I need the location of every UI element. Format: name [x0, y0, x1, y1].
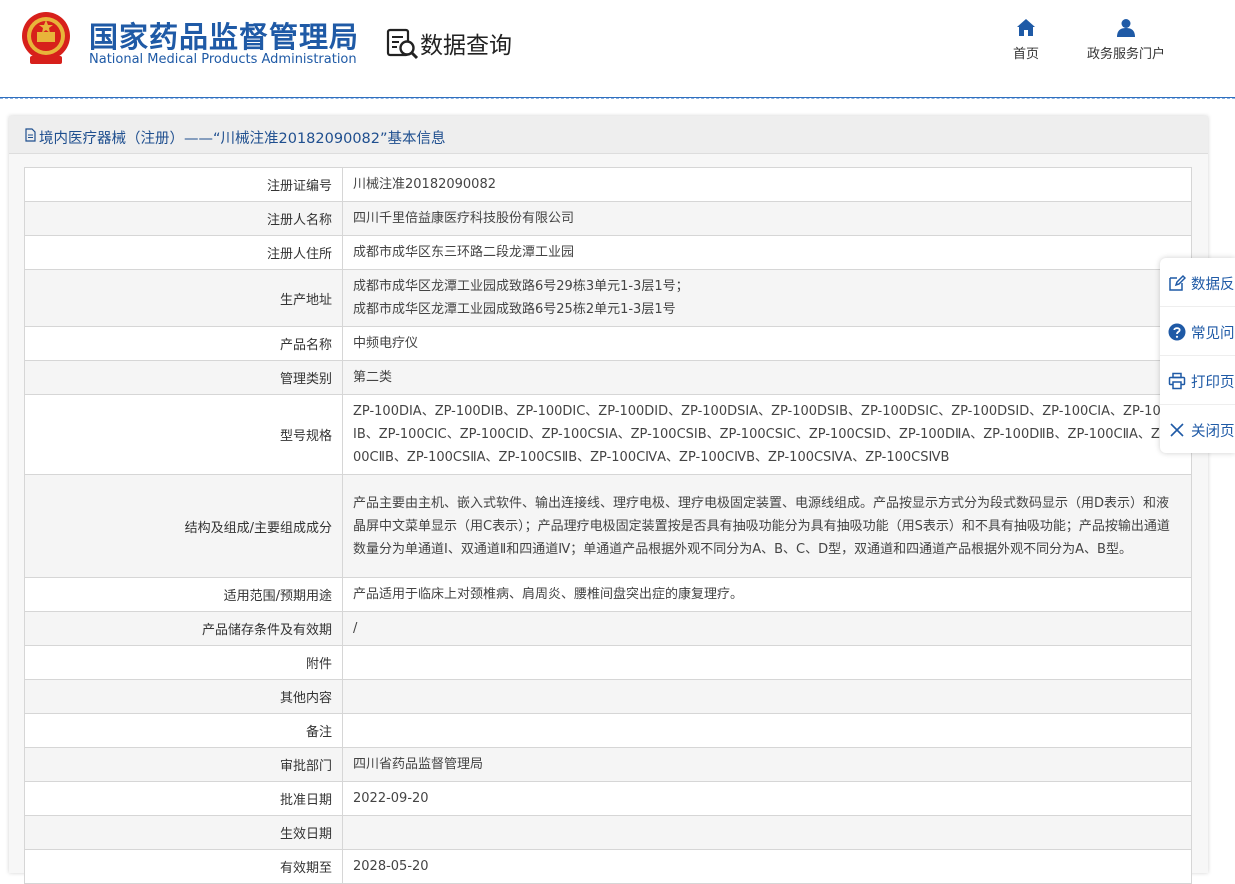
- field-label: 注册人住所: [24, 235, 343, 270]
- faq-label: 常见问题: [1191, 326, 1235, 342]
- print-icon: [1168, 372, 1186, 390]
- user-icon: [1117, 19, 1135, 37]
- close-page-label: 关闭页面: [1191, 424, 1235, 440]
- field-label: 备注: [24, 713, 343, 748]
- field-label: 结构及组成/主要组成成分: [24, 474, 343, 578]
- field-label: 生效日期: [24, 815, 343, 850]
- field-label: 其他内容: [24, 679, 343, 714]
- close-icon: [1170, 423, 1184, 437]
- field-value: 产品适用于临床上对颈椎病、肩周炎、腰椎间盘突出症的康复理疗。: [342, 577, 1192, 612]
- feedback-label: 数据反馈: [1191, 277, 1235, 293]
- table-row: 有效期至 2028-05-20: [24, 849, 1192, 884]
- print-button[interactable]: 打印页面: [1160, 356, 1235, 405]
- field-label: 注册证编号: [24, 167, 343, 202]
- floating-toolbar: 数据反馈 常见问题 打印页面 关闭页面: [1160, 258, 1235, 453]
- home-icon: [1017, 19, 1035, 36]
- nav-home-label: 首页: [1012, 47, 1039, 62]
- table-row: 管理类别 第二类: [24, 360, 1192, 395]
- table-row: 审批部门 四川省药品监督管理局: [24, 747, 1192, 782]
- field-value: 四川省药品监督管理局: [342, 747, 1192, 782]
- field-label: 注册人名称: [24, 201, 343, 236]
- table-row: 备注: [24, 713, 1192, 748]
- table-row: 批准日期 2022-09-20: [24, 781, 1192, 816]
- feedback-button[interactable]: 数据反馈: [1160, 258, 1235, 307]
- field-label: 有效期至: [24, 849, 343, 884]
- table-row: 型号规格 ZP-100DⅠA、ZP-100DⅠB、ZP-100DⅠC、ZP-100…: [24, 394, 1192, 475]
- field-value: 川械注准20182090082: [342, 167, 1192, 202]
- header-divider: [0, 97, 1235, 99]
- table-row: 结构及组成/主要组成成分 产品主要由主机、嵌入式软件、输出连接线、理疗电极、理疗电…: [24, 474, 1192, 578]
- field-value: [342, 645, 1192, 680]
- close-page-button[interactable]: 关闭页面: [1160, 405, 1235, 453]
- table-row: 产品名称 中频电疗仪: [24, 326, 1192, 361]
- table-row: 附件: [24, 645, 1192, 680]
- field-label: 产品名称: [24, 326, 343, 361]
- agency-name-en: National Medical Products Administration: [89, 52, 357, 67]
- agency-name-cn: 国家药品监督管理局: [89, 20, 360, 54]
- field-value: 中频电疗仪: [342, 326, 1192, 361]
- nav-home[interactable]: 首页: [1005, 18, 1047, 62]
- field-value: ZP-100DⅠA、ZP-100DⅠB、ZP-100DⅠC、ZP-100DⅠD、…: [342, 394, 1192, 475]
- field-label: 生产地址: [24, 269, 343, 327]
- field-value: 成都市成华区东三环路二段龙潭工业园: [342, 235, 1192, 270]
- edit-icon: [1169, 274, 1186, 291]
- field-label: 适用范围/预期用途: [24, 577, 343, 612]
- field-label: 产品储存条件及有效期: [24, 611, 343, 646]
- field-value: 成都市成华区龙潭工业园成致路6号29栋3单元1-3层1号； 成都市成华区龙潭工业…: [342, 269, 1192, 327]
- field-value: 第二类: [342, 360, 1192, 395]
- section-title: 数据查询: [420, 33, 512, 59]
- field-value: [342, 713, 1192, 748]
- table-row: 适用范围/预期用途 产品适用于临床上对颈椎病、肩周炎、腰椎间盘突出症的康复理疗。: [24, 577, 1192, 612]
- field-label: 附件: [24, 645, 343, 680]
- field-value: 2028-05-20: [342, 849, 1192, 884]
- site-header: 国家药品监督管理局 National Medical Products Admi…: [0, 0, 1235, 98]
- faq-button[interactable]: 常见问题: [1160, 307, 1235, 356]
- panel-title-bar: 境内医疗器械（注册）——“川械注准20182090082”基本信息: [9, 116, 1208, 154]
- field-label: 批准日期: [24, 781, 343, 816]
- field-label: 管理类别: [24, 360, 343, 395]
- field-value: 产品主要由主机、嵌入式软件、输出连接线、理疗电极、理疗电极固定装置、电源线组成。…: [342, 474, 1192, 578]
- nav-service-portal[interactable]: 政务服务门户: [1080, 18, 1172, 62]
- national-emblem-icon: [22, 12, 70, 64]
- field-value: 2022-09-20: [342, 781, 1192, 816]
- registration-info-table: 注册证编号 川械注准20182090082 注册人名称 四川千里倍益康医疗科技股份有限…: [24, 167, 1192, 884]
- print-label: 打印页面: [1191, 375, 1235, 391]
- field-value: [342, 679, 1192, 714]
- field-value: /: [342, 611, 1192, 646]
- table-row: 注册证编号 川械注准20182090082: [24, 167, 1192, 202]
- nav-portal-label: 政务服务门户: [1086, 47, 1165, 62]
- table-row: 注册人住所 成都市成华区东三环路二段龙潭工业园: [24, 235, 1192, 270]
- table-row: 注册人名称 四川千里倍益康医疗科技股份有限公司: [24, 201, 1192, 236]
- field-label: 审批部门: [24, 747, 343, 782]
- table-row: 其他内容: [24, 679, 1192, 714]
- help-icon: [1168, 323, 1186, 341]
- field-value: [342, 815, 1192, 850]
- table-row: 生产地址 成都市成华区龙潭工业园成致路6号29栋3单元1-3层1号； 成都市成华区…: [24, 269, 1192, 327]
- field-value: 四川千里倍益康医疗科技股份有限公司: [342, 201, 1192, 236]
- document-icon: [25, 128, 36, 142]
- data-query-icon: [386, 28, 419, 60]
- table-row: 生效日期: [24, 815, 1192, 850]
- field-label: 型号规格: [24, 394, 343, 475]
- table-row: 产品储存条件及有效期 /: [24, 611, 1192, 646]
- panel-title: 境内医疗器械（注册）——“川械注准20182090082”基本信息: [39, 131, 446, 147]
